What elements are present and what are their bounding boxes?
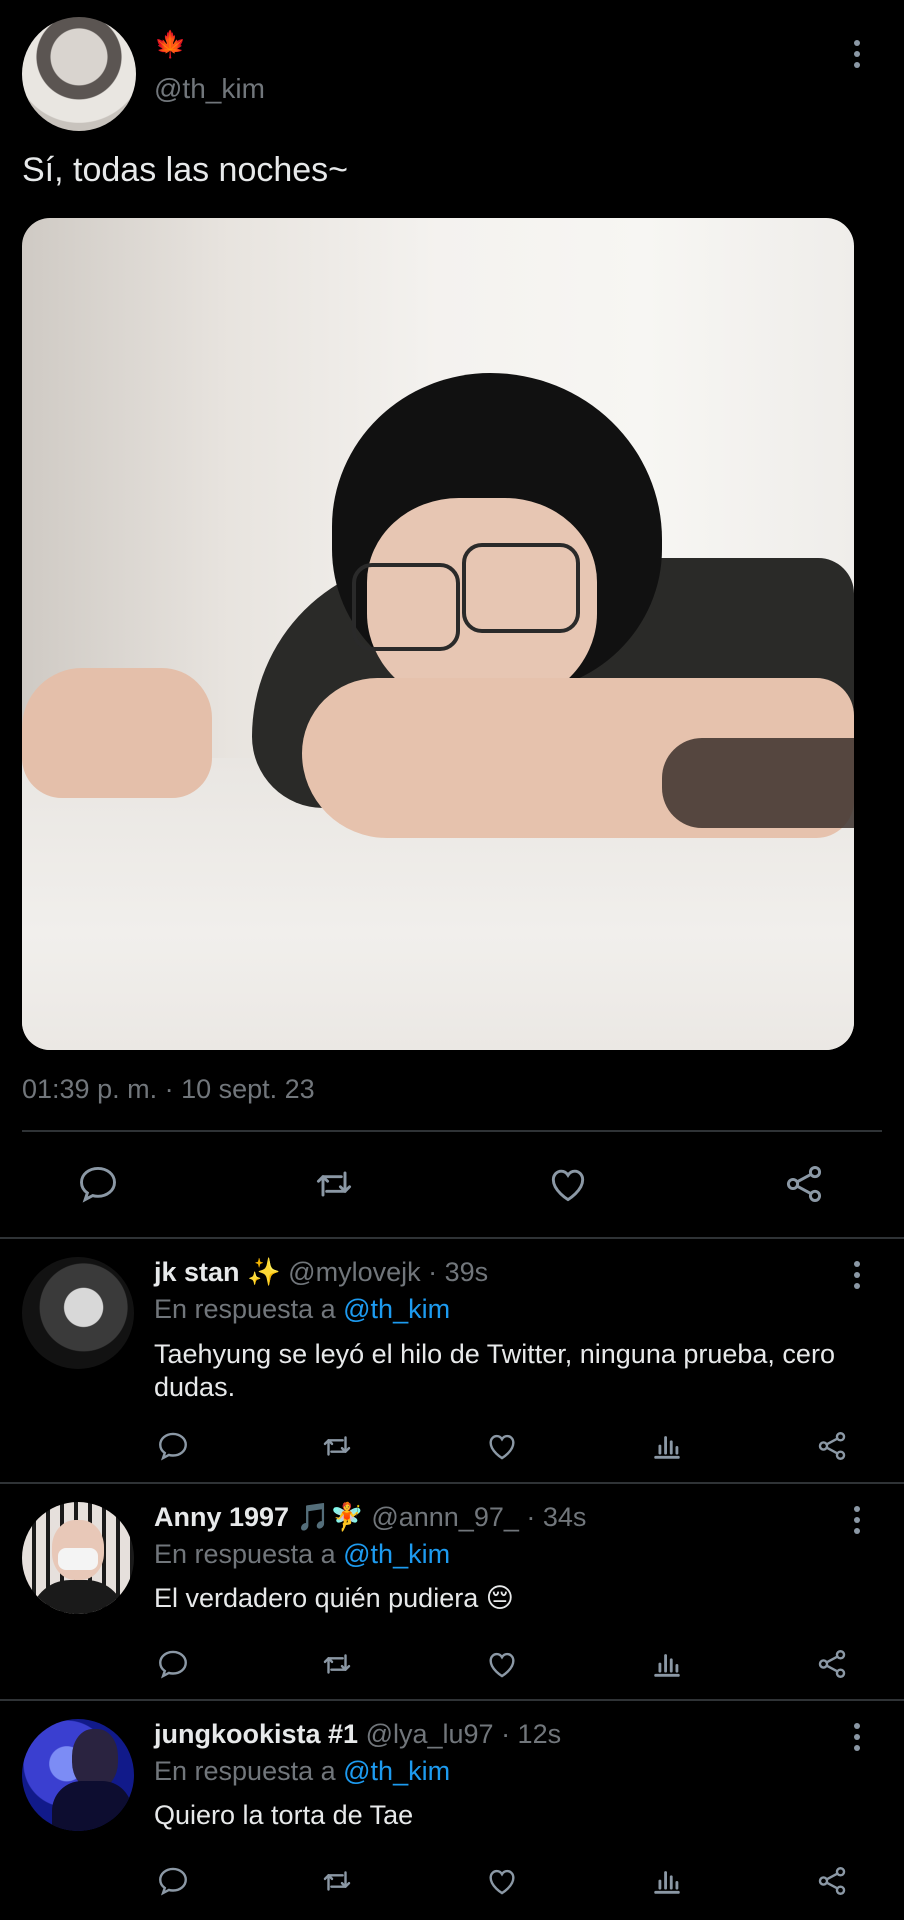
reply-prefix: En respuesta a	[154, 1756, 336, 1786]
reply-icon[interactable]	[156, 1647, 190, 1681]
tweet-photo[interactable]	[22, 218, 854, 1050]
reply-avatar-shirt	[30, 1580, 126, 1614]
tweet-timestamp: 01:39 p. m. · 10 sept. 23	[22, 1074, 315, 1104]
retweet-icon[interactable]	[318, 1429, 356, 1463]
views-icon[interactable]	[650, 1864, 684, 1898]
reply-to-link[interactable]: @th_kim	[343, 1539, 450, 1569]
more-icon[interactable]	[845, 1504, 869, 1536]
reply-avatar[interactable]	[22, 1502, 134, 1614]
reply-author-name[interactable]: jk stan ✨	[154, 1257, 281, 1287]
photo-glasses-right	[462, 543, 580, 633]
tweet-text: Sí, todas las noches~	[22, 151, 349, 189]
reply-to-link[interactable]: @th_kim	[343, 1294, 450, 1324]
retweet-icon[interactable]	[318, 1864, 356, 1898]
reply-text: Quiero la torta de Tae	[154, 1800, 414, 1830]
reply-header: jk stan ✨ @mylovejk · 39s	[154, 1255, 488, 1289]
author-emoji: 🍁	[154, 29, 187, 59]
reply-author-name[interactable]: jungkookista #1	[154, 1719, 358, 1749]
more-icon[interactable]	[845, 1259, 869, 1291]
reply-context: En respuesta a @th_kim	[154, 1292, 450, 1326]
reply-header: jungkookista #1 @lya_lu97 · 12s	[154, 1717, 561, 1751]
reply-author-meta: @annn_97_ · 34s	[371, 1502, 587, 1532]
share-icon[interactable]	[815, 1864, 849, 1898]
reply-avatar-shirt	[52, 1781, 132, 1831]
timestamp-divider	[22, 1130, 882, 1132]
views-icon[interactable]	[650, 1429, 684, 1463]
reply-avatar-mask	[58, 1548, 98, 1570]
heart-icon[interactable]	[485, 1647, 519, 1681]
author-handle[interactable]: @th_kim	[154, 72, 265, 106]
reply-icon[interactable]	[156, 1429, 190, 1463]
reply-item[interactable]: jk stan ✨ @mylovejk · 39s En respuesta a…	[0, 1239, 904, 1482]
reply-prefix: En respuesta a	[154, 1539, 336, 1569]
views-icon[interactable]	[650, 1647, 684, 1681]
heart-icon[interactable]	[485, 1864, 519, 1898]
more-icon[interactable]	[845, 38, 869, 70]
share-icon[interactable]	[782, 1162, 826, 1206]
more-icon[interactable]	[845, 1721, 869, 1753]
reply-context: En respuesta a @th_kim	[154, 1754, 450, 1788]
reply-header: Anny 1997 🎵🧚 @annn_97_ · 34s	[154, 1500, 586, 1534]
reply-text: Taehyung se leyó el hilo de Twitter, nin…	[154, 1339, 835, 1402]
reply-item[interactable]: jungkookista #1 @lya_lu97 · 12s En respu…	[0, 1701, 904, 1920]
reply-avatar[interactable]	[22, 1257, 134, 1369]
reply-author-meta: @mylovejk · 39s	[288, 1257, 489, 1287]
author-avatar[interactable]	[22, 17, 136, 131]
photo-tattoo	[662, 738, 854, 828]
reply-item[interactable]: Anny 1997 🎵🧚 @annn_97_ · 34s En respuest…	[0, 1484, 904, 1699]
photo-glasses-left	[352, 563, 460, 651]
share-icon[interactable]	[815, 1429, 849, 1463]
reply-to-link[interactable]: @th_kim	[343, 1756, 450, 1786]
share-icon[interactable]	[815, 1647, 849, 1681]
reply-context: En respuesta a @th_kim	[154, 1537, 450, 1571]
reply-icon[interactable]	[76, 1162, 120, 1206]
reply-icon[interactable]	[156, 1864, 190, 1898]
reply-text: El verdadero quién pudiera 😔	[154, 1583, 514, 1613]
reply-avatar-figure	[72, 1729, 118, 1789]
reply-author-meta: @lya_lu97 · 12s	[365, 1719, 562, 1749]
heart-icon[interactable]	[546, 1162, 590, 1206]
reply-author-name[interactable]: Anny 1997 🎵🧚	[154, 1502, 364, 1532]
reply-prefix: En respuesta a	[154, 1294, 336, 1324]
retweet-icon[interactable]	[318, 1647, 356, 1681]
photo-left-hand	[22, 668, 212, 798]
retweet-icon[interactable]	[310, 1162, 358, 1206]
reply-avatar[interactable]	[22, 1719, 134, 1831]
heart-icon[interactable]	[485, 1429, 519, 1463]
